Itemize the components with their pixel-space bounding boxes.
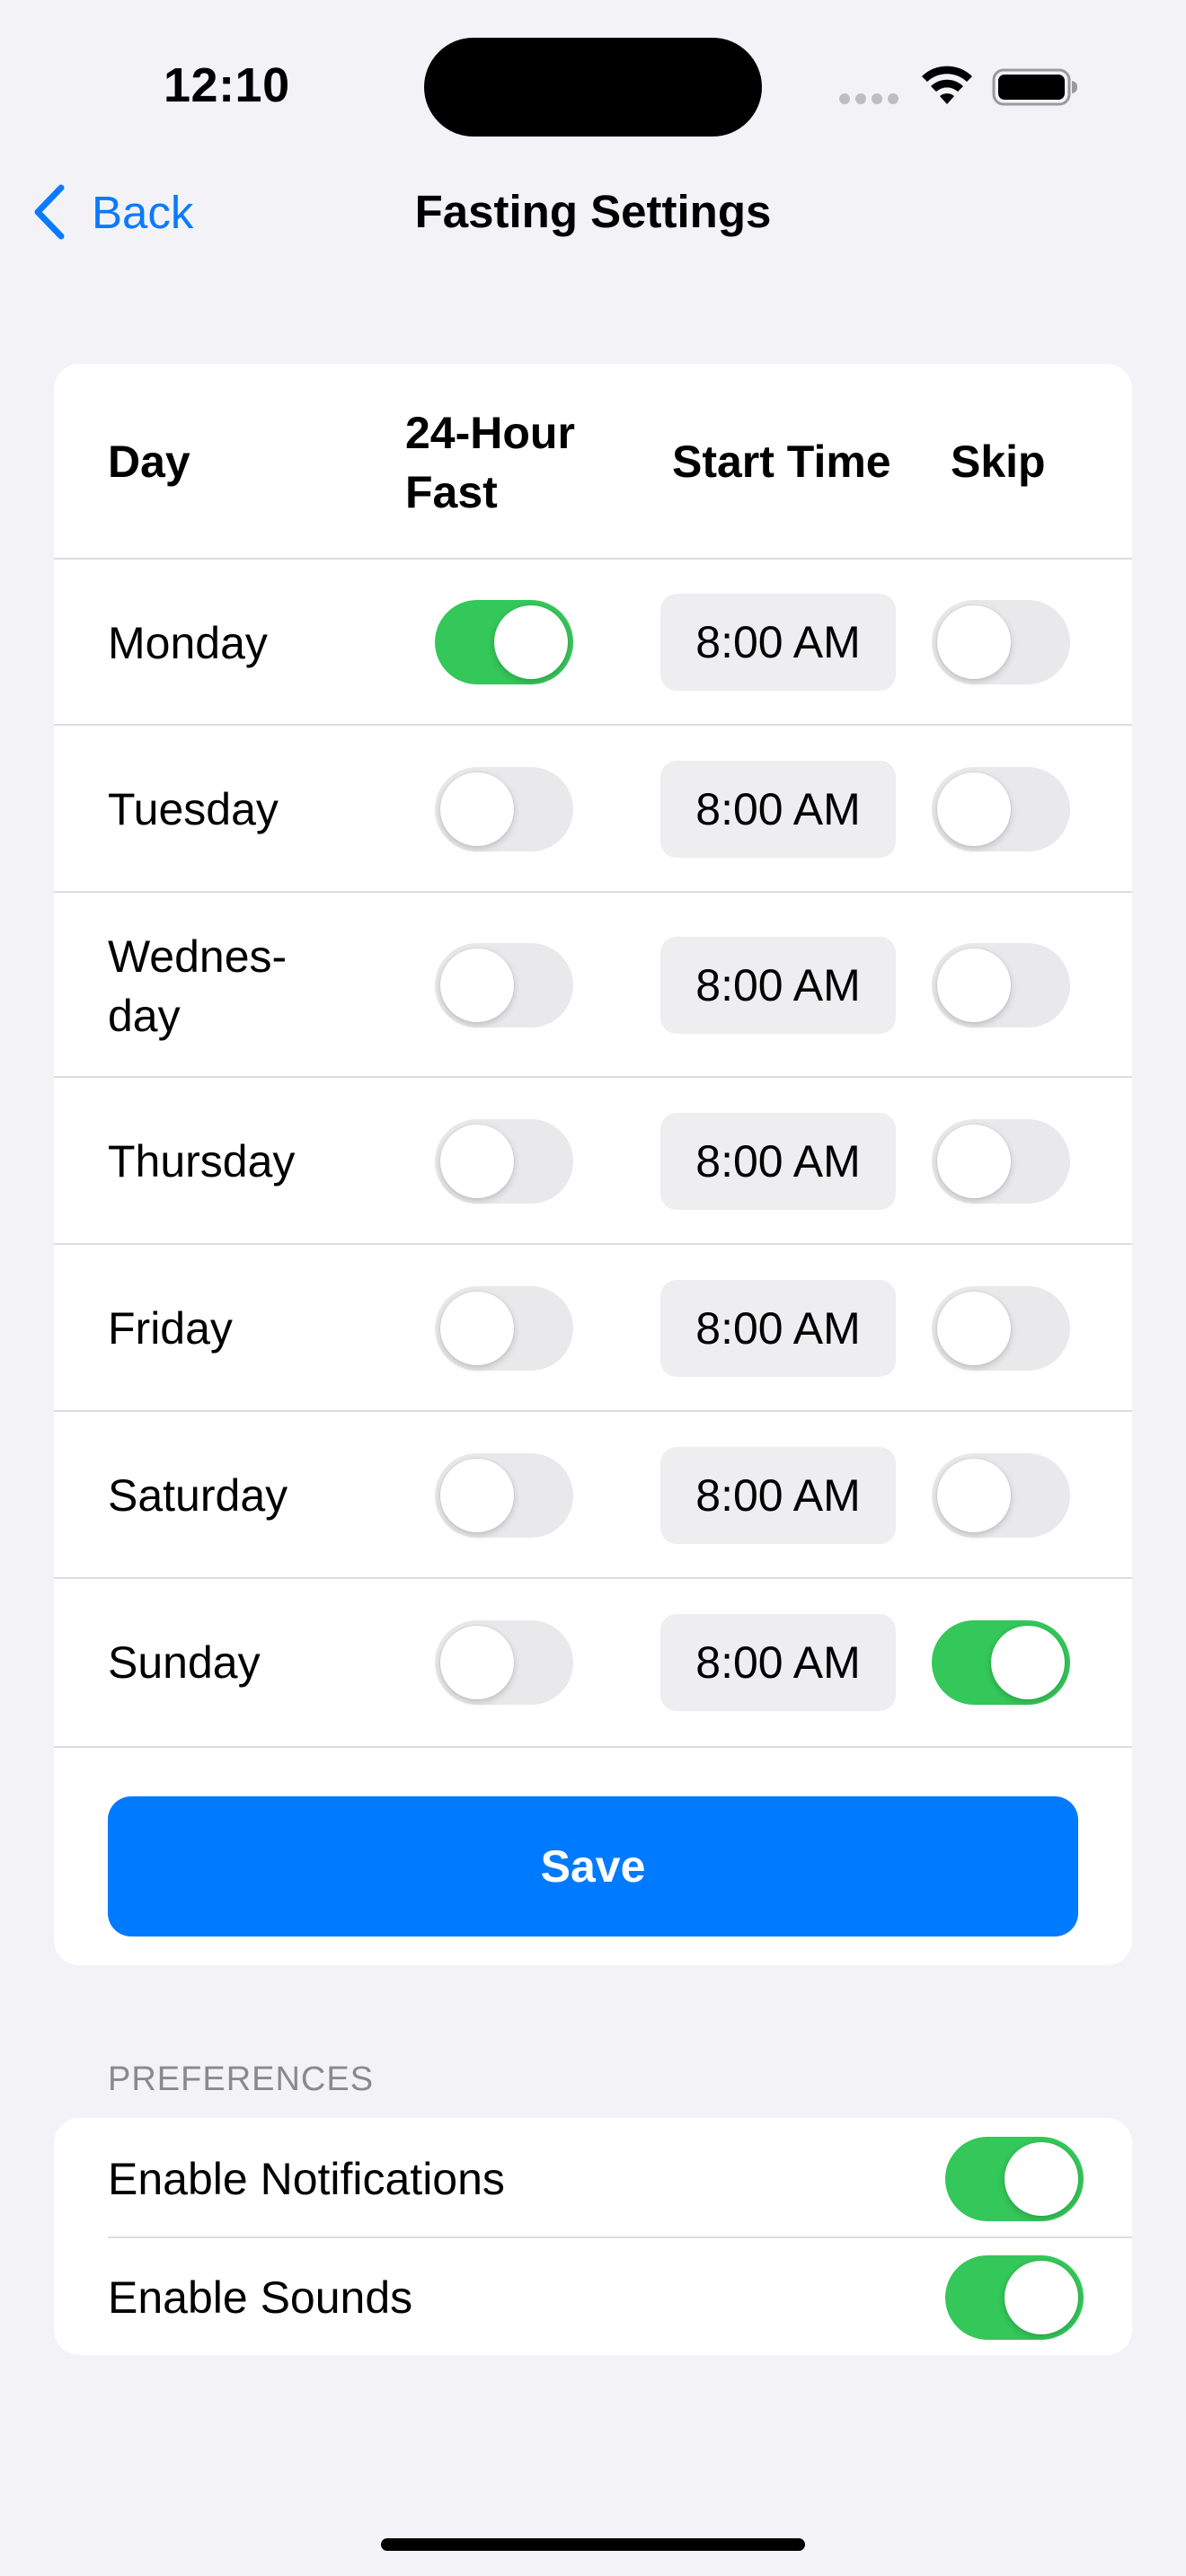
sounds-toggle[interactable] (945, 2255, 1084, 2340)
day-label: Wednes- day (108, 927, 287, 1045)
home-indicator (381, 2538, 805, 2551)
toggle-knob (937, 605, 1011, 679)
fast-toggle-tuesday[interactable] (435, 767, 573, 851)
toggle-knob (991, 1626, 1065, 1699)
start-time-button[interactable]: 8:00 AM (660, 1447, 896, 1544)
day-label: Thursday (108, 1136, 296, 1187)
page-title: Fasting Settings (414, 186, 772, 237)
fast-toggle-saturday[interactable] (435, 1453, 573, 1538)
toggle-knob (440, 948, 514, 1022)
header-24-hour-fast: 24-Hour Fast (405, 403, 575, 522)
toggle-knob (440, 1459, 514, 1532)
toggle-knob (1005, 2142, 1078, 2216)
header-fast-line-2: Fast (405, 467, 498, 517)
toggle-knob (440, 772, 514, 846)
dynamic-island (424, 38, 762, 137)
table-row: Tuesday 8:00 AM (54, 724, 1132, 893)
skip-toggle-sunday[interactable] (932, 1620, 1070, 1705)
fast-toggle-sunday[interactable] (435, 1620, 573, 1705)
status-time: 12:10 (164, 58, 290, 112)
battery-icon (992, 68, 1077, 106)
table-row: Monday 8:00 AM (54, 558, 1132, 726)
skip-toggle-monday[interactable] (932, 600, 1070, 684)
table-row: Wednes- day 8:00 AM (54, 891, 1132, 1078)
start-time-button[interactable]: 8:00 AM (660, 761, 896, 858)
table-row: Friday 8:00 AM (54, 1243, 1132, 1412)
toggle-knob (937, 772, 1011, 846)
table-row: Saturday 8:00 AM (54, 1410, 1132, 1579)
save-button[interactable]: Save (108, 1796, 1078, 1936)
toggle-knob (440, 1125, 514, 1198)
toggle-knob (440, 1292, 514, 1365)
day-label: Sunday (108, 1637, 261, 1688)
start-time-button[interactable]: 8:00 AM (660, 1280, 896, 1377)
header-start-time: Start Time (672, 437, 891, 487)
header-fast-line-1: 24-Hour (405, 408, 575, 458)
start-time-button[interactable]: 8:00 AM (660, 1614, 896, 1711)
notifications-label: Enable Notifications (108, 2154, 505, 2204)
day-label: Friday (108, 1303, 233, 1354)
day-label: Tuesday (108, 784, 279, 834)
skip-toggle-thursday[interactable] (932, 1119, 1070, 1204)
skip-toggle-tuesday[interactable] (932, 767, 1070, 851)
sounds-label: Enable Sounds (108, 2272, 413, 2323)
toggle-knob (494, 605, 568, 679)
day-label-line-1: Wednes- (108, 931, 288, 982)
divider (108, 2236, 1132, 2238)
start-time-button[interactable]: 8:00 AM (660, 1113, 896, 1210)
skip-toggle-saturday[interactable] (932, 1453, 1070, 1538)
toggle-knob (440, 1626, 514, 1699)
skip-toggle-friday[interactable] (932, 1286, 1070, 1371)
toggle-knob (937, 1459, 1011, 1532)
table-row: Thursday 8:00 AM (54, 1076, 1132, 1245)
toggle-knob (937, 948, 1011, 1022)
notifications-toggle[interactable] (945, 2137, 1084, 2221)
skip-toggle-wednesday[interactable] (932, 943, 1070, 1028)
header-day: Day (108, 437, 190, 487)
fast-toggle-wednesday[interactable] (435, 943, 573, 1028)
cellular-signal-icon (839, 93, 900, 104)
toggle-knob (937, 1125, 1011, 1198)
start-time-button[interactable]: 8:00 AM (660, 937, 896, 1034)
day-label: Saturday (108, 1470, 288, 1521)
start-time-button[interactable]: 8:00 AM (660, 594, 896, 691)
fast-toggle-thursday[interactable] (435, 1119, 573, 1204)
toggle-knob (1005, 2261, 1078, 2334)
toggle-knob (937, 1292, 1011, 1365)
section-label-preferences: PREFERENCES (108, 2060, 375, 2098)
header-skip: Skip (951, 437, 1046, 487)
wifi-icon (922, 66, 972, 104)
day-label: Monday (108, 618, 268, 668)
fast-toggle-monday[interactable] (435, 600, 573, 684)
fast-toggle-friday[interactable] (435, 1286, 573, 1371)
day-label-line-2: day (108, 991, 181, 1041)
table-row: Sunday 8:00 AM (54, 1577, 1132, 1748)
